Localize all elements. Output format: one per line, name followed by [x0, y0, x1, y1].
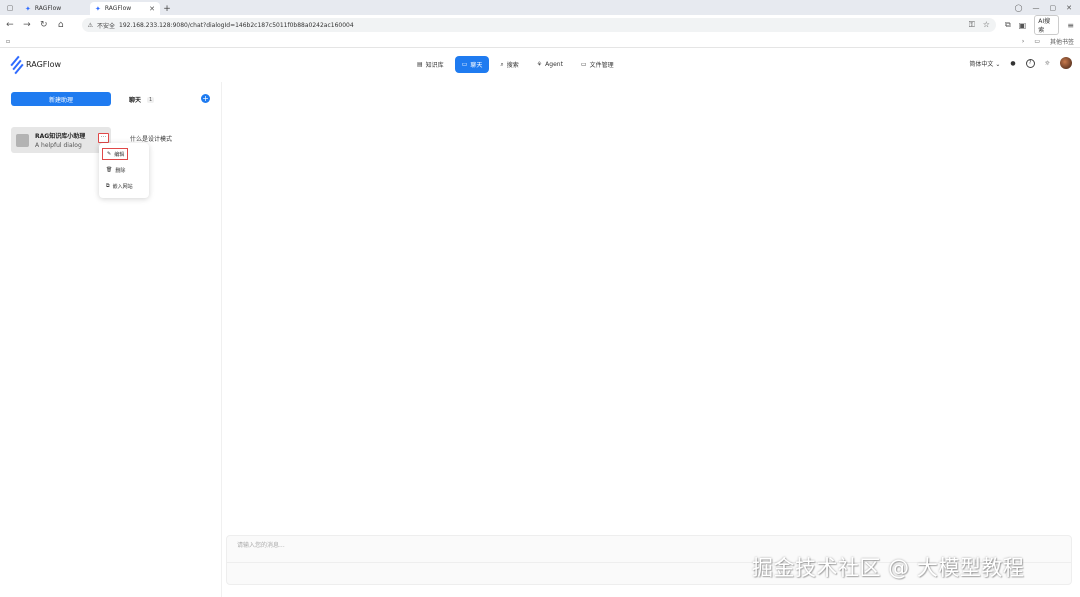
browser-tab-2[interactable]: ✦ RAGFlow ✕ — [90, 2, 160, 15]
tab-actions-icon[interactable]: ▢ — [0, 0, 20, 15]
ai-search-button[interactable]: AI搜索 — [1034, 15, 1060, 35]
bookmark-overflow-icon[interactable]: › — [1022, 38, 1024, 45]
chat-list-header: 聊天 1 — [129, 95, 155, 104]
trash-icon: 🗑 — [106, 167, 113, 173]
warning-icon: ⚠ — [87, 21, 94, 29]
address-bar: ← → ↻ ⌂ ⚠ 不安全 192.168.233.128:9080/chat?… — [0, 15, 1080, 35]
assistant-description: A helpful dialog — [35, 142, 82, 149]
header-actions: 简体中文 ⌄ ● ? ☼ — [969, 57, 1072, 69]
panel-divider — [221, 82, 222, 597]
close-window-icon[interactable]: ✕ — [1066, 4, 1072, 12]
database-icon: ▤ — [417, 61, 423, 68]
forward-icon[interactable]: → — [23, 20, 31, 30]
assistant-card[interactable]: RAG知识库小助理 A helpful dialog — [11, 127, 111, 153]
chat-count-badge: 1 — [147, 96, 155, 103]
assistant-name: RAG知识库小助理 — [35, 133, 86, 140]
github-icon[interactable]: ● — [1010, 60, 1015, 67]
star-icon[interactable]: ☆ — [983, 20, 990, 30]
menu-label: 编辑 — [114, 151, 125, 158]
menu-label: 嵌入网站 — [112, 183, 133, 190]
create-assistant-button[interactable]: 新建助理 — [11, 92, 111, 106]
ragflow-logo[interactable]: RAGFlow — [9, 55, 62, 75]
agent-icon: ⚘ — [536, 61, 543, 68]
browser-tabstrip: ▢ ✦ RAGFlow ✦ RAGFlow ✕ + ◯ — ▢ ✕ — [0, 0, 1080, 15]
menu-item-delete[interactable]: 🗑 删除 — [102, 162, 146, 178]
bookmark-import-icon[interactable]: ▫ — [6, 38, 10, 45]
profile-icon[interactable]: ◯ — [1015, 4, 1023, 12]
nav-search[interactable]: ⌕ 搜索 — [493, 56, 525, 73]
ragflow-logo-icon — [9, 55, 24, 75]
nav-knowledge-base[interactable]: ▤ 知识库 — [410, 56, 451, 73]
extensions-icon[interactable]: ⧉ — [1005, 20, 1011, 30]
nav-label: 知识库 — [425, 62, 444, 69]
url-input[interactable]: ⚠ 不安全 192.168.233.128:9080/chat?dialogId… — [81, 18, 996, 32]
browser-tab-title: RAGFlow — [104, 5, 132, 12]
conversation-item[interactable]: 什么是设计模式 — [130, 134, 172, 143]
nav-label: 文件管理 — [589, 62, 614, 69]
new-tab-button[interactable]: + — [160, 2, 174, 15]
sidebar-toggle-icon[interactable]: ▣ — [1019, 21, 1027, 30]
chat-icon: ▭ — [461, 61, 468, 68]
window-controls: ◯ — ▢ ✕ — [1015, 0, 1080, 15]
browser-tab-title: RAGFlow — [34, 5, 62, 12]
top-navigation: ▤ 知识库 ▭ 聊天 ⌕ 搜索 ⚘ Agent ▭ 文件管理 — [410, 56, 621, 73]
chat-tab-label: 聊天 — [129, 97, 142, 104]
new-chat-icon[interactable]: + — [201, 94, 210, 103]
nav-file-management[interactable]: ▭ 文件管理 — [574, 56, 621, 73]
nav-agent[interactable]: ⚘ Agent — [530, 56, 570, 73]
language-label: 简体中文 — [969, 60, 994, 68]
back-icon[interactable]: ← — [6, 20, 14, 30]
theme-toggle-icon[interactable]: ☼ — [1045, 60, 1050, 67]
nav-label: Agent — [545, 61, 563, 68]
folder-icon: ▭ — [580, 61, 587, 68]
message-input-placeholder: 请输入您的消息... — [237, 542, 285, 549]
embed-icon: ⧉ — [106, 183, 110, 189]
key-icon[interactable]: ⚿ — [969, 20, 975, 30]
url-text: 192.168.233.128:9080/chat?dialogId=146b2… — [119, 21, 354, 29]
nav-label: 搜索 — [506, 62, 519, 69]
app-header: RAGFlow ▤ 知识库 ▭ 聊天 ⌕ 搜索 ⚘ Agent ▭ 文件管理 简… — [0, 48, 1080, 82]
avatar[interactable] — [1060, 57, 1072, 69]
more-options-icon[interactable]: ··· — [98, 133, 109, 143]
browser-tab-1[interactable]: ✦ RAGFlow — [20, 2, 90, 15]
language-selector[interactable]: 简体中文 ⌄ — [969, 59, 1000, 68]
assistant-avatar — [16, 133, 29, 147]
help-icon[interactable]: ? — [1025, 58, 1035, 68]
ragflow-favicon: ✦ — [95, 4, 101, 13]
home-icon[interactable]: ⌂ — [57, 20, 65, 30]
maximize-icon[interactable]: ▢ — [1050, 4, 1057, 12]
nav-chat[interactable]: ▭ 聊天 — [454, 56, 490, 73]
search-icon: ⌕ — [500, 60, 504, 68]
menu-item-embed[interactable]: ⧉ 嵌入网站 — [102, 178, 146, 194]
menu-item-edit[interactable]: ✎ 编辑 — [102, 148, 128, 160]
ragflow-favicon: ✦ — [25, 4, 31, 13]
menu-icon[interactable]: ≡ — [1067, 21, 1074, 30]
logo-text: RAGFlow — [26, 59, 62, 69]
watermark: 掘金技术社区 @ 大模型教程 — [752, 556, 1025, 580]
other-bookmarks[interactable]: 其他书签 — [1050, 37, 1074, 46]
chevron-down-icon: ⌄ — [995, 60, 1001, 68]
nav-label: 聊天 — [470, 62, 483, 69]
assistant-context-menu: ✎ 编辑 🗑 删除 ⧉ 嵌入网站 — [99, 143, 149, 198]
close-tab-icon[interactable]: ✕ — [149, 5, 155, 13]
reload-icon[interactable]: ↻ — [40, 20, 48, 30]
minimize-icon[interactable]: — — [1033, 4, 1040, 12]
security-label: 不安全 — [97, 22, 116, 30]
menu-label: 删除 — [115, 167, 126, 174]
folder-icon: ▭ — [1034, 37, 1040, 45]
bookmark-bar: ▫ › ▭ 其他书签 — [0, 35, 1080, 48]
edit-icon: ✎ — [107, 151, 112, 157]
